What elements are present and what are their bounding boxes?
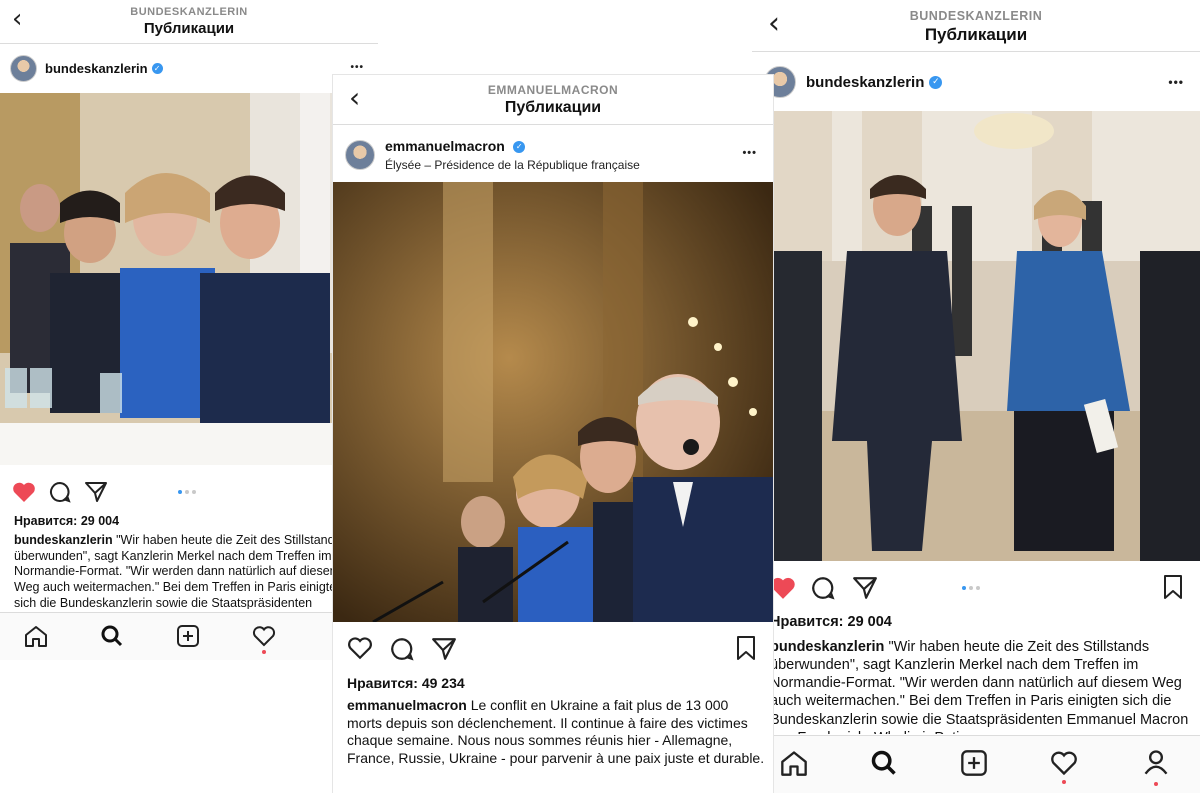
profile-handle: EMMANUELMACRON	[487, 83, 619, 97]
likes-count[interactable]: Нравится: 29 004	[770, 614, 892, 630]
more-options-icon[interactable]: •••	[742, 147, 757, 159]
heart-liked-icon[interactable]	[770, 576, 796, 600]
header: ‹ BUNDESKANZLERIN Публикации	[0, 0, 378, 44]
action-bar	[333, 630, 773, 670]
likes-count[interactable]: Нравится: 49 234	[347, 675, 465, 691]
carousel-indicator	[962, 586, 980, 590]
profile-handle: BUNDESKANZLERIN	[909, 9, 1043, 23]
activity-heart-icon[interactable]	[252, 625, 276, 647]
notification-dot	[1154, 782, 1158, 786]
avatar[interactable]	[10, 54, 37, 82]
post-photo[interactable]	[752, 111, 1200, 561]
share-icon[interactable]	[84, 480, 108, 504]
carousel-indicator	[178, 490, 196, 494]
home-icon[interactable]	[24, 625, 48, 647]
more-options-icon[interactable]: •••	[350, 62, 364, 73]
comment-icon[interactable]	[810, 575, 836, 601]
right-post-screen: ‹ BUNDESKANZLERIN Публикации bundeskanzl…	[752, 0, 1200, 793]
share-icon[interactable]	[852, 575, 878, 601]
back-arrow-icon[interactable]: ‹	[768, 6, 780, 41]
caption-username[interactable]: bundeskanzlerin	[14, 533, 113, 547]
header: ‹ BUNDESKANZLERIN Публикации	[752, 0, 1200, 52]
comment-icon[interactable]	[48, 480, 72, 504]
post-header: bundeskanzlerin ✓ •••	[752, 64, 1200, 100]
username[interactable]: emmanuelmacron	[385, 138, 505, 154]
corridor-photo-illustration	[752, 111, 1200, 561]
meeting-photo-illustration	[0, 93, 378, 465]
post-caption: bundeskanzlerin "Wir haben heute die Zei…	[14, 533, 364, 609]
verified-badge-icon: ✓	[929, 75, 943, 89]
new-post-icon[interactable]	[176, 625, 200, 647]
caption-username[interactable]: emmanuelmacron	[347, 697, 467, 713]
comment-icon[interactable]	[389, 636, 415, 662]
post-header: emmanuelmacron ✓ Élysée – Présidence de …	[333, 135, 773, 175]
back-arrow-icon[interactable]: ‹	[349, 81, 360, 114]
verified-badge-icon: ✓	[513, 140, 526, 153]
post-header: bundeskanzlerin ✓ •••	[0, 52, 378, 84]
username[interactable]: bundeskanzlerin	[806, 74, 924, 91]
post-photo[interactable]	[333, 182, 773, 622]
post-caption: emmanuelmacron Le conflit en Ukraine a f…	[347, 697, 765, 787]
activity-heart-icon[interactable]	[1050, 750, 1078, 776]
bottom-tab-bar	[752, 735, 1200, 793]
action-bar	[0, 475, 378, 509]
post-caption: bundeskanzlerin "Wir haben heute die Zei…	[770, 638, 1190, 734]
profile-icon[interactable]	[1142, 748, 1170, 776]
left-post-screen: ‹ BUNDESKANZLERIN Публикации bundeskanzl…	[0, 0, 378, 660]
notification-dot	[1062, 780, 1066, 784]
avatar[interactable]	[345, 140, 375, 170]
search-icon[interactable]	[870, 750, 898, 776]
conference-photo-illustration	[333, 182, 773, 622]
page-title: Публикации	[924, 25, 1028, 44]
middle-post-screen: ‹ EMMANUELMACRON Публикации emmanuelmacr…	[333, 75, 773, 793]
page-title: Публикации	[504, 99, 602, 116]
new-post-icon[interactable]	[960, 750, 988, 776]
bottom-tab-bar	[0, 612, 378, 660]
header: ‹ EMMANUELMACRON Публикации	[333, 75, 773, 125]
notification-dot	[262, 650, 266, 654]
verified-badge-icon: ✓	[151, 62, 163, 74]
search-icon[interactable]	[100, 625, 124, 647]
back-arrow-icon[interactable]: ‹	[12, 4, 22, 34]
username[interactable]: bundeskanzlerin	[45, 61, 148, 76]
post-location[interactable]: Élysée – Présidence de la République fra…	[385, 158, 640, 172]
heart-icon[interactable]	[347, 636, 373, 660]
action-bar	[752, 568, 1200, 608]
page-title: Публикации	[143, 20, 235, 37]
profile-handle: BUNDESKANZLERIN	[130, 6, 248, 18]
post-photo[interactable]	[0, 93, 378, 465]
likes-count[interactable]: Нравится: 29 004	[14, 514, 119, 528]
more-options-icon[interactable]: •••	[1168, 75, 1184, 89]
share-icon[interactable]	[431, 636, 457, 662]
bookmark-icon[interactable]	[735, 635, 757, 661]
caption-username[interactable]: bundeskanzlerin	[770, 639, 884, 655]
bookmark-icon[interactable]	[1162, 574, 1184, 600]
heart-liked-icon[interactable]	[12, 481, 36, 503]
home-icon[interactable]	[780, 750, 808, 776]
